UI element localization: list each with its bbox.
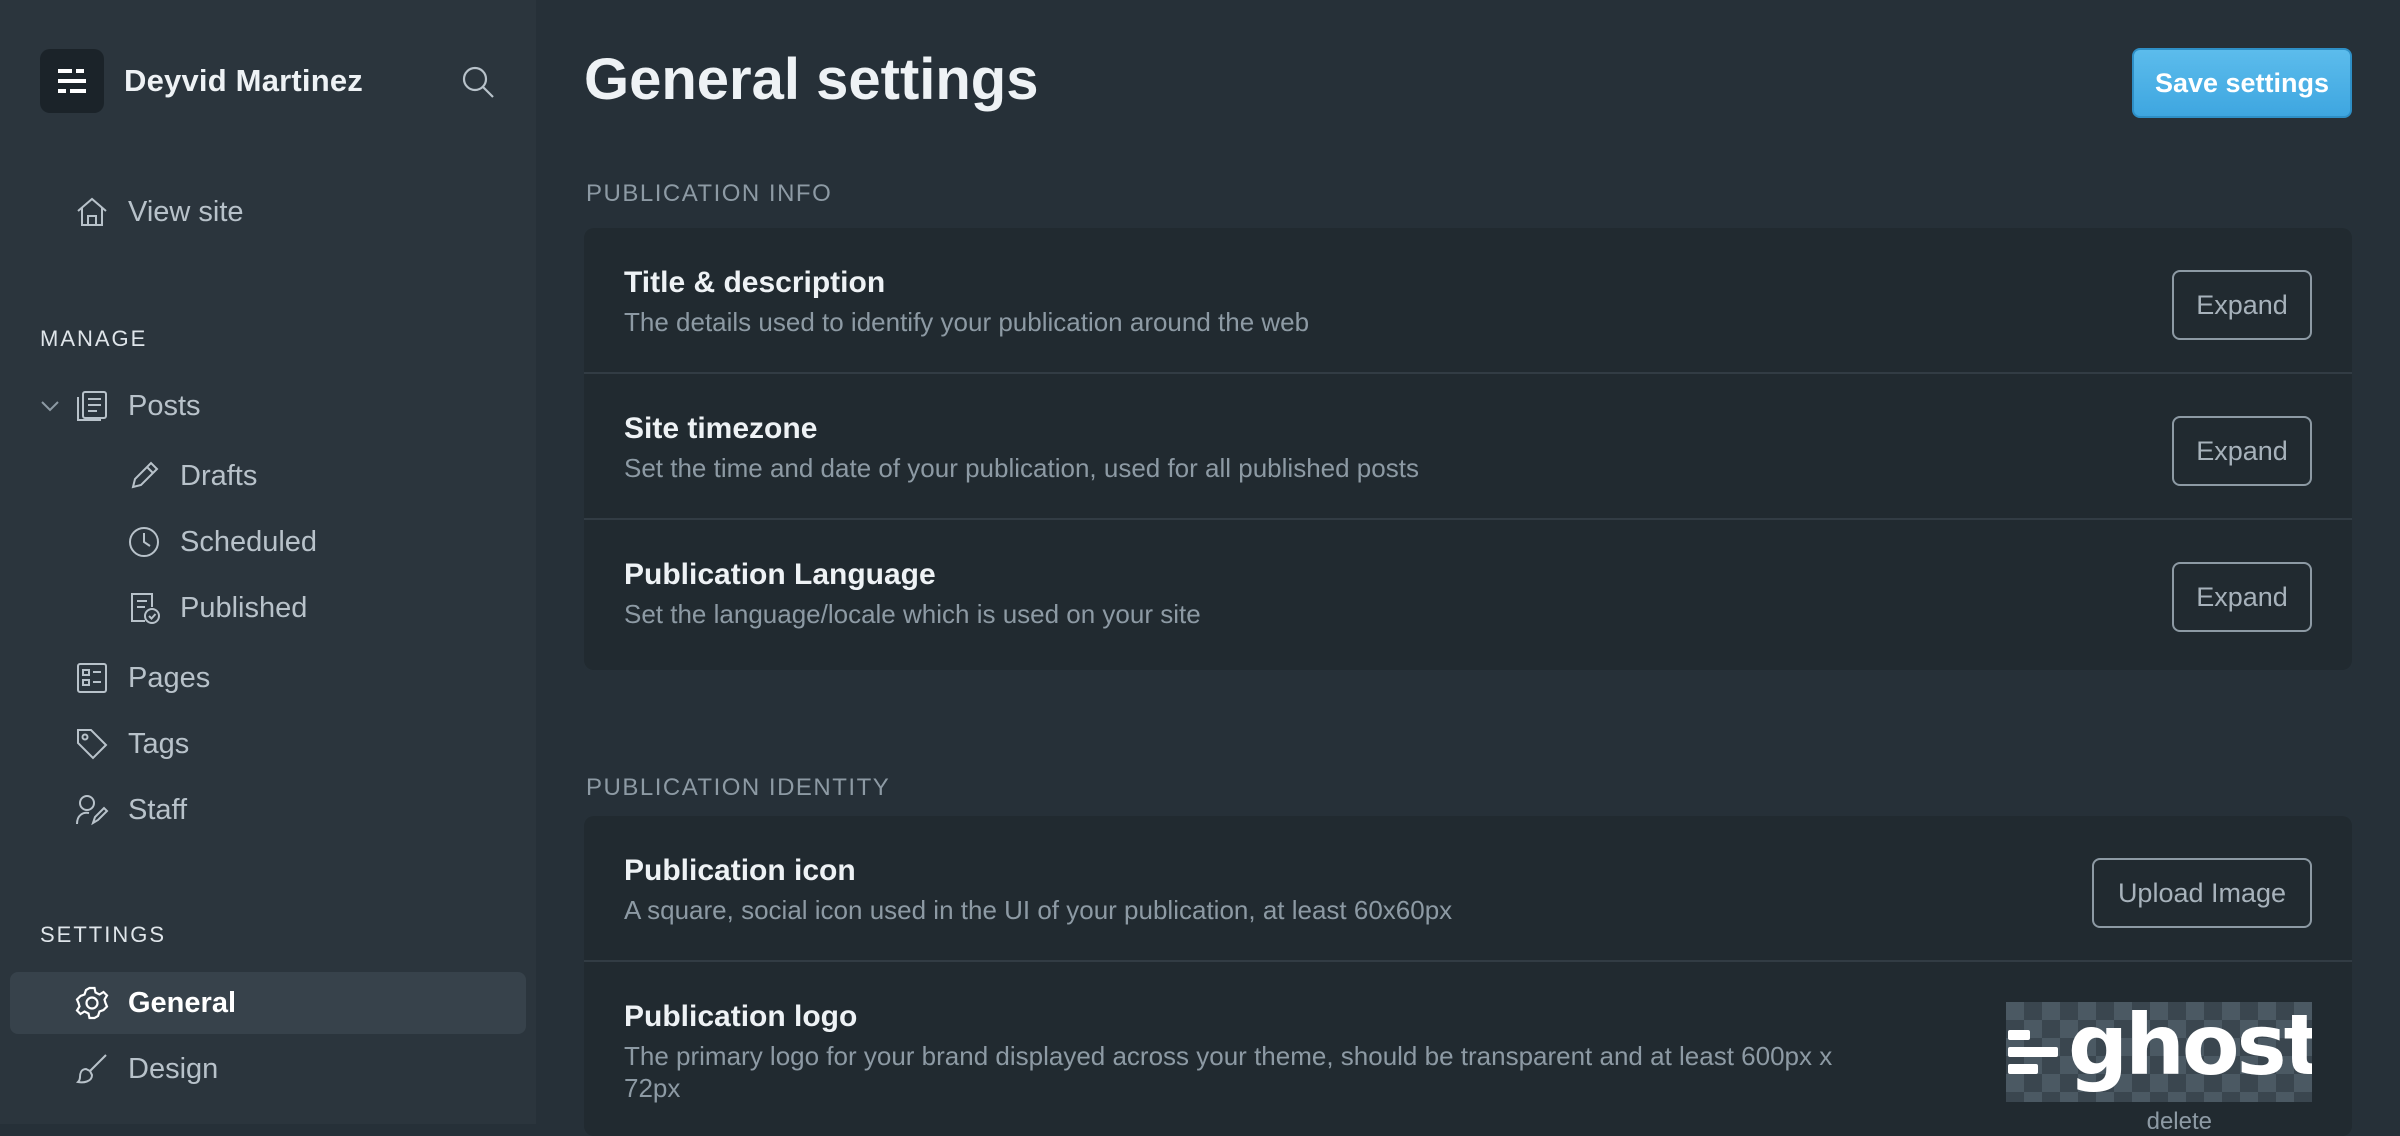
publication-identity-label: PUBLICATION IDENTITY bbox=[586, 774, 891, 801]
nav-posts[interactable]: Posts bbox=[72, 375, 201, 437]
nav-view-site[interactable]: View site bbox=[72, 181, 244, 243]
nav-pages[interactable]: Pages bbox=[72, 647, 210, 709]
row-title: Publication logo bbox=[624, 1000, 858, 1033]
chevron-down-icon[interactable] bbox=[36, 392, 64, 420]
expand-button[interactable]: Expand bbox=[2172, 562, 2312, 632]
nav-published-label: Published bbox=[180, 591, 308, 624]
search-icon bbox=[462, 66, 494, 98]
clock-icon bbox=[124, 522, 164, 562]
nav-drafts-label: Drafts bbox=[180, 459, 258, 492]
nav-drafts[interactable]: Drafts bbox=[124, 445, 257, 507]
nav-pages-label: Pages bbox=[128, 661, 211, 694]
settings-row-publication-icon: Publication icon A square, social icon u… bbox=[584, 816, 2352, 962]
nav-staff-label: Staff bbox=[128, 793, 188, 826]
nav-published[interactable]: Published bbox=[124, 577, 307, 639]
settings-section-label: SETTINGS bbox=[40, 922, 167, 947]
row-description: Set the language/locale which is used on… bbox=[624, 599, 1201, 629]
row-description: A square, social icon used in the UI of … bbox=[624, 895, 1453, 925]
tag-icon bbox=[72, 724, 112, 764]
nav-scheduled-label: Scheduled bbox=[180, 525, 318, 558]
nav-design-label: Design bbox=[128, 1052, 219, 1085]
posts-icon bbox=[72, 386, 112, 426]
settings-row-site-timezone: Site timezone Set the time and date of y… bbox=[584, 374, 2352, 520]
ghost-logo-wordmark: ghost bbox=[2068, 1002, 2312, 1094]
site-name: Deyvid Martinez bbox=[124, 63, 364, 98]
nav-design[interactable]: Design bbox=[72, 1038, 218, 1100]
publication-identity-card: Publication icon A square, social icon u… bbox=[584, 816, 2352, 1136]
site-logo-icon bbox=[40, 49, 104, 113]
staff-icon bbox=[72, 790, 112, 830]
row-title: Title & description bbox=[624, 266, 886, 299]
nav-scheduled[interactable]: Scheduled bbox=[124, 511, 317, 573]
ghost-logo-glyph-icon bbox=[2008, 1030, 2058, 1074]
settings-row-publication-logo: Publication logo The primary logo for yo… bbox=[584, 962, 2352, 1136]
upload-image-button[interactable]: Upload Image bbox=[2092, 858, 2312, 928]
published-icon bbox=[124, 588, 164, 628]
settings-row-title-description: Title & description The details used to … bbox=[584, 228, 2352, 374]
settings-row-publication-language: Publication Language Set the language/lo… bbox=[584, 520, 2352, 670]
pencil-icon bbox=[124, 456, 164, 496]
search-button[interactable] bbox=[456, 60, 500, 104]
nav-tags-label: Tags bbox=[128, 727, 190, 760]
nav-view-site-label: View site bbox=[128, 195, 244, 228]
gear-icon bbox=[72, 983, 112, 1023]
nav-general-label: General bbox=[128, 986, 236, 1019]
nav-posts-label: Posts bbox=[128, 389, 201, 422]
row-title: Site timezone bbox=[624, 412, 818, 445]
nav-staff[interactable]: Staff bbox=[72, 779, 187, 841]
row-title: Publication Language bbox=[624, 558, 936, 591]
expand-button[interactable]: Expand bbox=[2172, 270, 2312, 340]
sidebar: Deyvid Martinez View site MANAGE Posts D… bbox=[0, 0, 536, 1124]
page-title: General settings bbox=[584, 47, 1039, 112]
row-description: The primary logo for your brand displaye… bbox=[624, 1041, 1833, 1103]
site-brand[interactable]: Deyvid Martinez bbox=[40, 48, 490, 114]
nav-general[interactable]: General bbox=[10, 972, 526, 1034]
nav-tags[interactable]: Tags bbox=[72, 713, 189, 775]
expand-button[interactable]: Expand bbox=[2172, 416, 2312, 486]
row-title: Publication icon bbox=[624, 854, 856, 887]
save-settings-button[interactable]: Save settings bbox=[2132, 48, 2352, 118]
row-description: Set the time and date of your publicatio… bbox=[624, 453, 1419, 483]
publication-logo-image[interactable]: ghost bbox=[2006, 1002, 2312, 1102]
publication-info-label: PUBLICATION INFO bbox=[586, 180, 833, 207]
publication-info-card: Title & description The details used to … bbox=[584, 228, 2352, 670]
home-icon bbox=[72, 192, 112, 232]
brush-icon bbox=[72, 1049, 112, 1089]
pages-icon bbox=[72, 658, 112, 698]
manage-section-label: MANAGE bbox=[40, 326, 148, 351]
row-description: The details used to identify your public… bbox=[624, 307, 1310, 337]
delete-logo-link[interactable]: delete bbox=[2147, 1108, 2212, 1136]
